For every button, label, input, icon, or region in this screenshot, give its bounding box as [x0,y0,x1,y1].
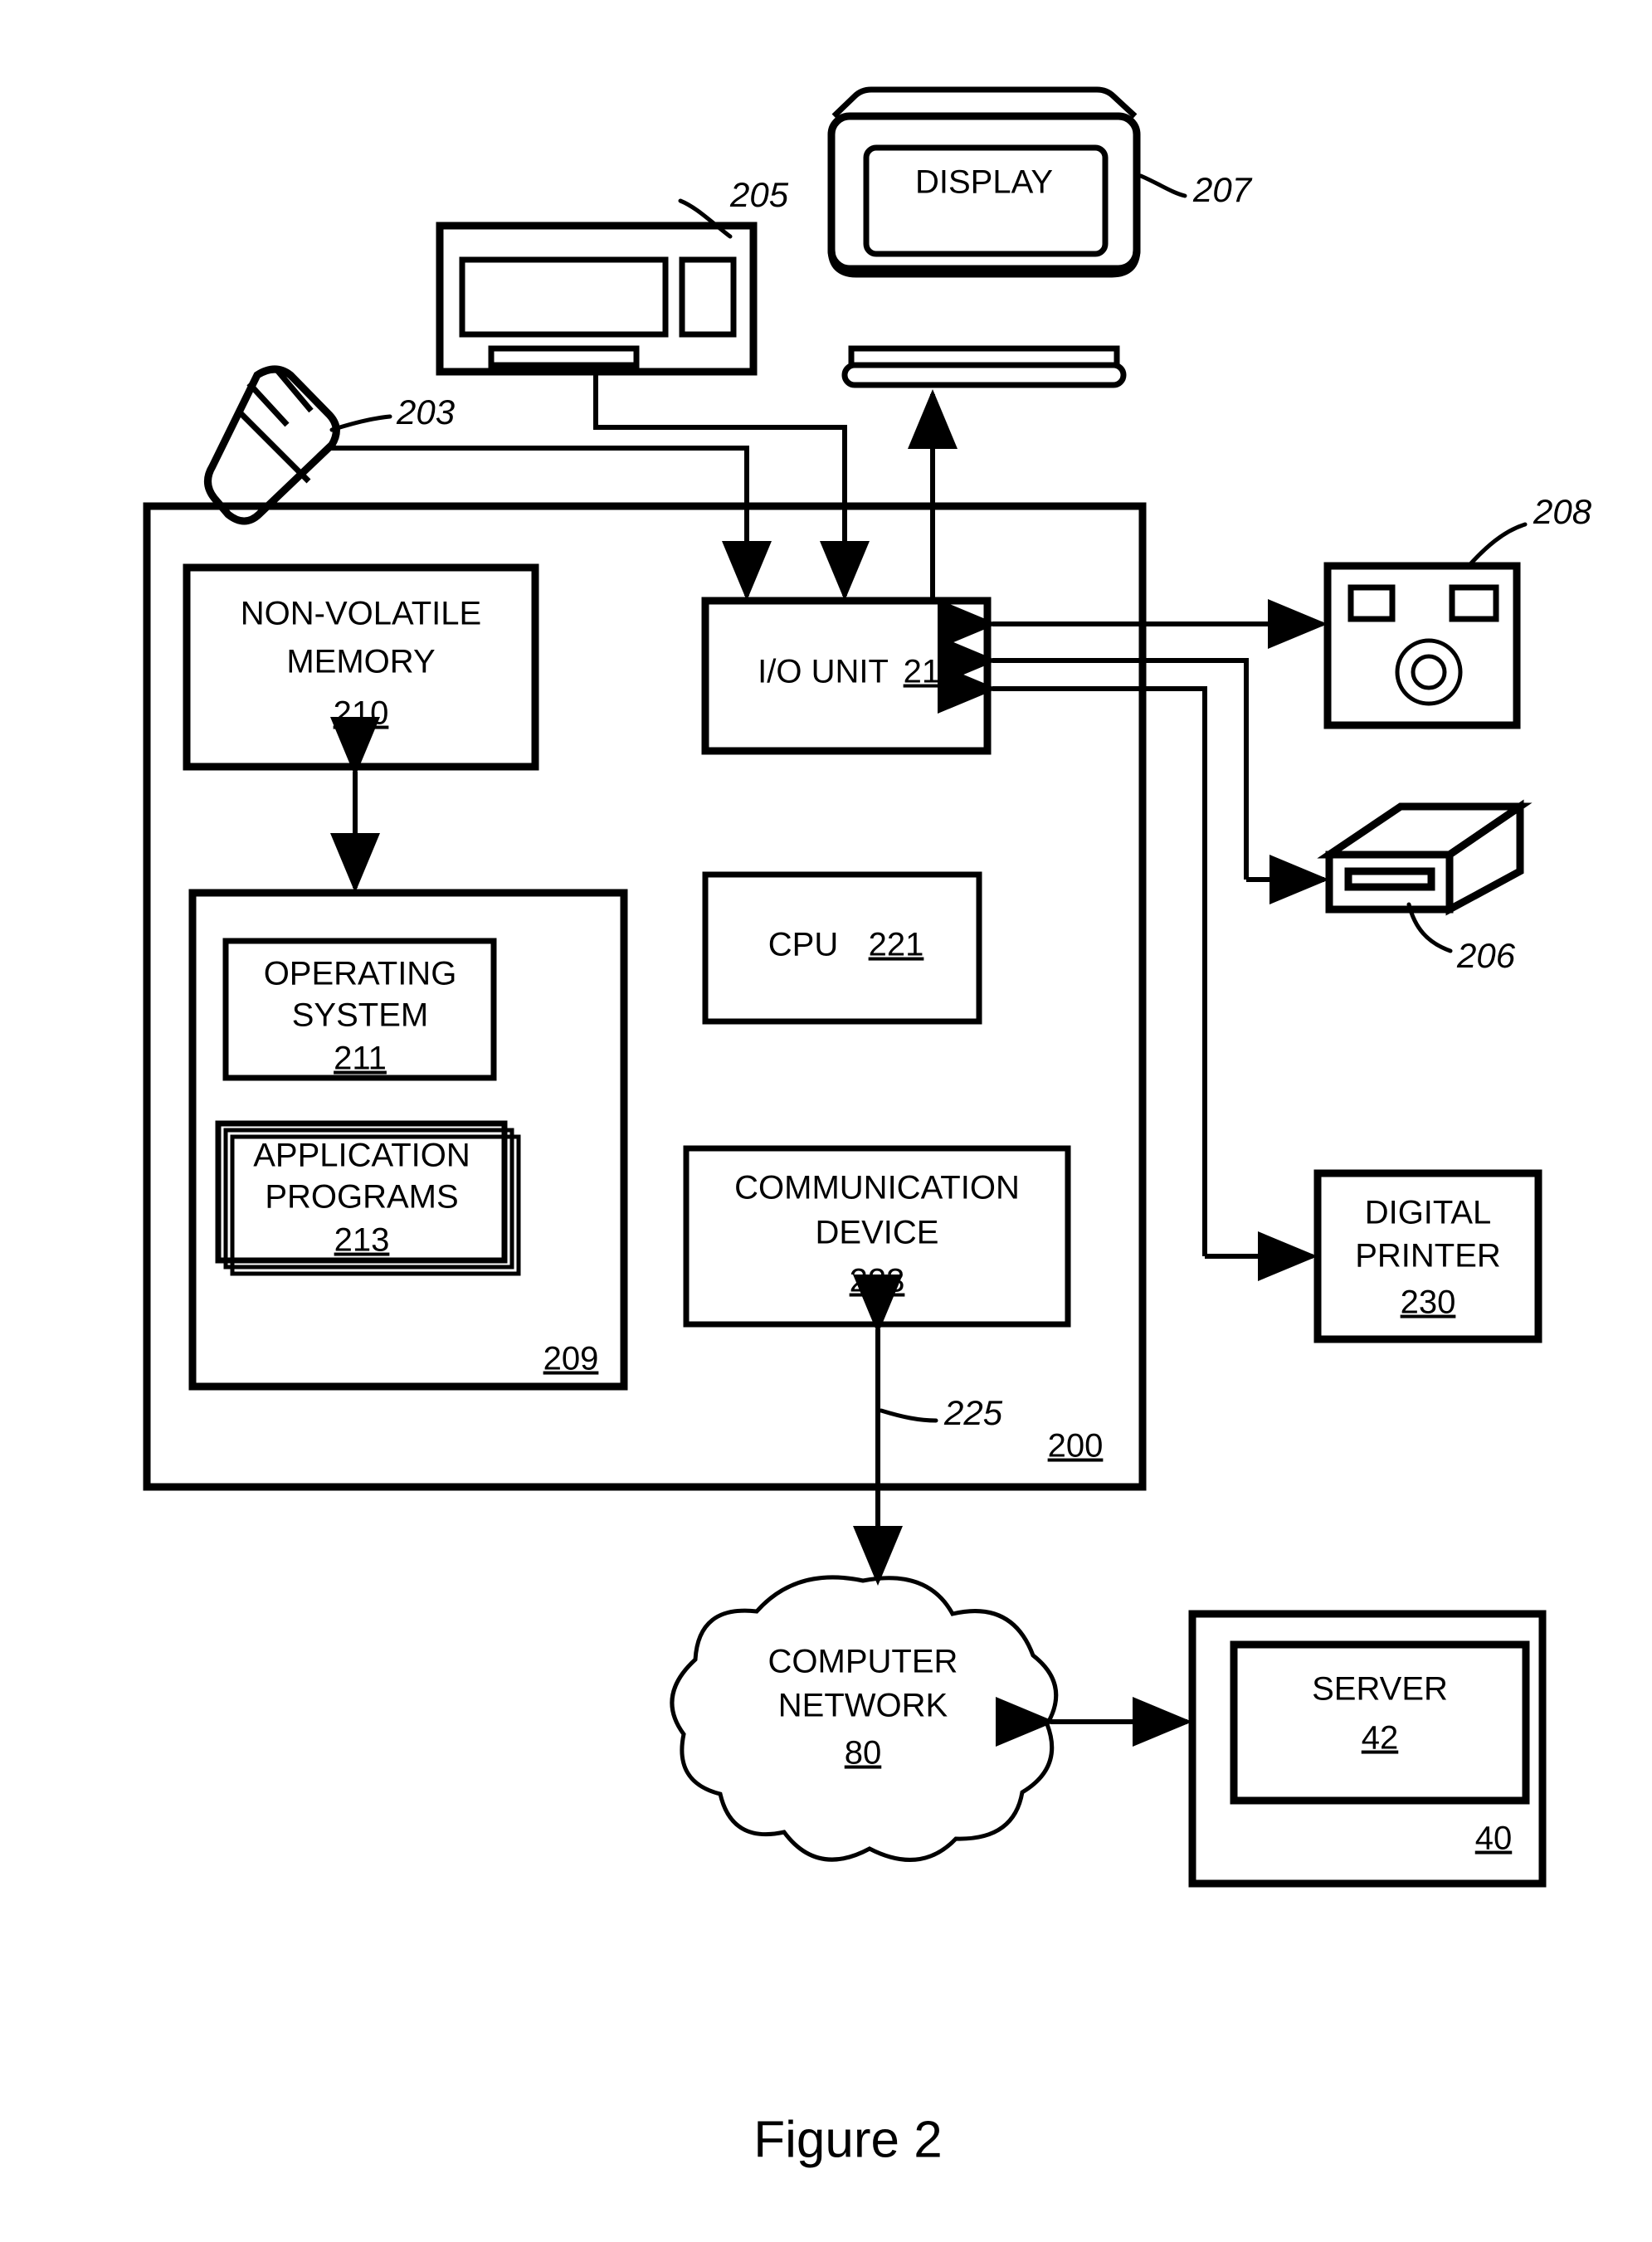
operating-system-line2: SYSTEM [292,997,428,1034]
digital-printer-block: DIGITAL PRINTER 230 [1313,1169,1542,1343]
disk-drive-icon [1317,799,1533,916]
digital-printer-line2: PRINTER [1355,1238,1501,1275]
network-cloud-icon: COMPUTER NETWORK 80 [670,1575,1059,1862]
camera-icon [1323,562,1521,729]
operating-system-ref: 211 [334,1041,387,1077]
nonvolatile-memory-ref: 210 [334,695,389,732]
digital-printer-ref: 230 [1401,1284,1456,1321]
lead-label-drive: 206 [1456,936,1516,975]
figure-page: 205 DISPLAY 207 203 208 206 200 NON-VOLA… [0,0,1652,2242]
lead-label-network-link: 225 [943,1393,1003,1432]
application-programs-line1: APPLICATION [253,1138,470,1174]
server-label: SERVER [1312,1671,1448,1708]
cpu-block: CPU 221 [702,871,982,1025]
server-block: SERVER 42 [1230,1640,1530,1805]
display-label: DISPLAY [915,164,1053,201]
monitor-icon [827,86,1141,388]
communication-device-ref: 223 [850,1263,905,1299]
connector-keyboard-to-io [593,372,870,601]
lead-label-display: 207 [1192,170,1253,209]
computer-network-line1: COMPUTER [768,1644,958,1680]
connector-printer-to-io [938,664,1207,1256]
communication-device-line1: COMMUNICATION [734,1170,1020,1206]
application-programs-block: APPLICATION PROGRAMS 213 [215,1120,521,1276]
lead-label-mouse: 203 [396,392,455,431]
io-unit-ref: 217 [904,654,959,690]
figure-caption: Figure 2 [753,2111,942,2168]
monitor-body-extra [827,199,1141,278]
io-unit-block: I/O UNIT 217 [701,597,992,755]
nonvolatile-memory-line2: MEMORY [286,644,435,680]
nonvolatile-memory-line1: NON-VOLATILE [241,596,481,632]
connector-drive-to-io [938,636,1249,880]
patent-figure-2: 205 DISPLAY 207 203 208 206 200 NON-VOLA… [143,86,1592,2168]
computer-network-ref: 80 [845,1735,882,1772]
computer-system-ref: 200 [1048,1428,1104,1465]
operating-system-line1: OPERATING [264,956,457,992]
lead-label-keyboard: 205 [729,175,789,214]
application-programs-line2: PROGRAMS [265,1179,458,1216]
io-unit-label: I/O UNIT [758,654,889,690]
cpu-label: CPU [768,927,838,963]
memory-container-ref: 209 [543,1341,599,1377]
communication-device-block: COMMUNICATION DEVICE 223 [683,1145,1071,1328]
server-host-ref: 40 [1475,1820,1513,1857]
lead-label-camera: 208 [1533,492,1592,531]
operating-system-block: OPERATING SYSTEM 211 [222,938,497,1081]
cpu-ref: 221 [869,927,924,963]
digital-printer-line1: DIGITAL [1365,1195,1492,1231]
application-programs-ref: 213 [334,1222,390,1259]
communication-device-line2: DEVICE [816,1215,939,1251]
nonvolatile-memory-block: NON-VOLATILE MEMORY 210 [183,563,539,771]
mouse-icon [204,365,340,525]
computer-network-line2: NETWORK [778,1688,948,1724]
server-ref: 42 [1362,1720,1399,1757]
keyboard-icon [436,222,758,376]
